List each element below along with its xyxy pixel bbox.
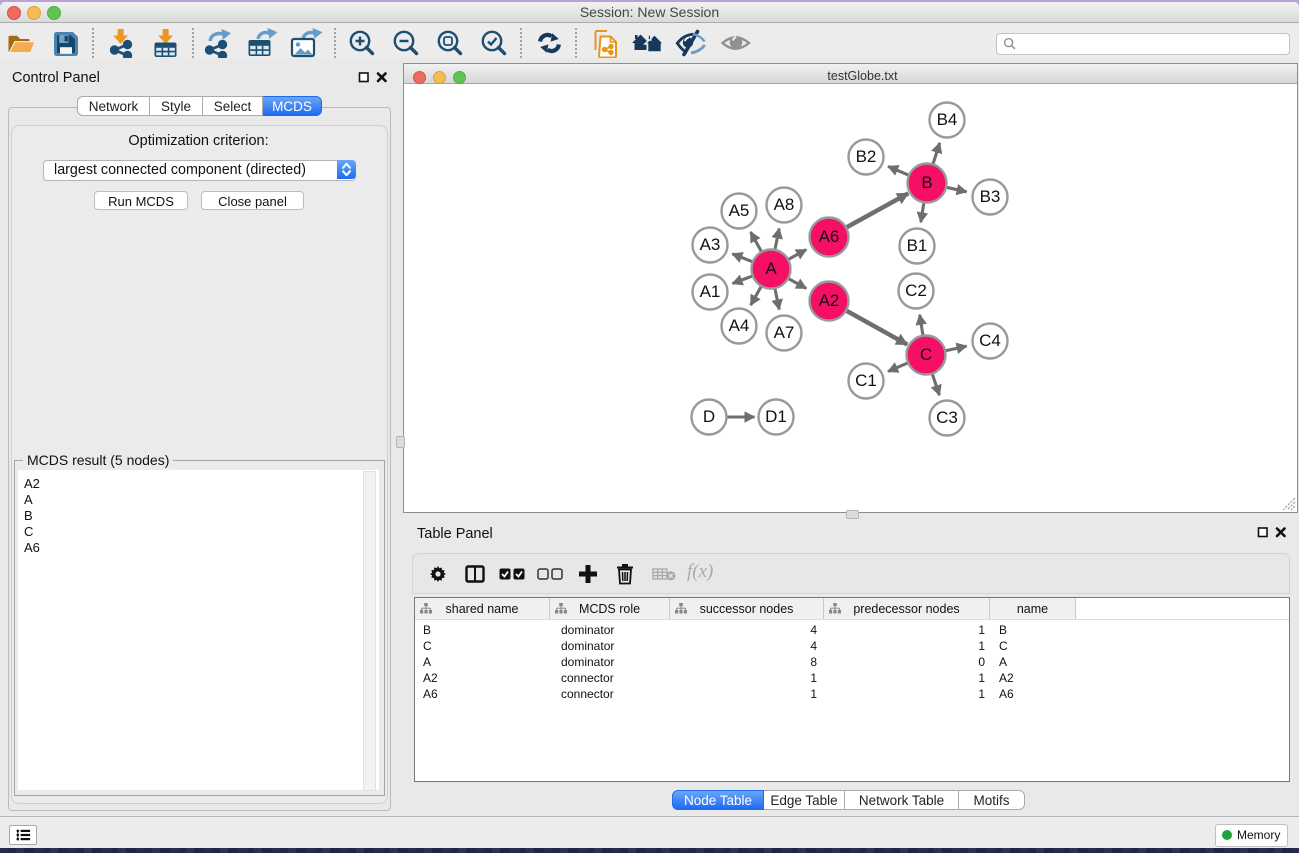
svg-text:A8: A8 (774, 195, 795, 214)
svg-text:B3: B3 (980, 187, 1001, 206)
svg-text:A7: A7 (774, 323, 795, 342)
svg-text:B: B (921, 173, 932, 192)
svg-text:A4: A4 (729, 316, 750, 335)
svg-text:B1: B1 (907, 236, 928, 255)
svg-text:A: A (765, 259, 777, 278)
svg-text:C4: C4 (979, 331, 1001, 350)
svg-text:D1: D1 (765, 407, 787, 426)
svg-text:B4: B4 (937, 110, 958, 129)
svg-text:C2: C2 (905, 281, 927, 300)
svg-text:A6: A6 (819, 227, 840, 246)
svg-text:A3: A3 (700, 235, 721, 254)
svg-text:A5: A5 (729, 201, 750, 220)
svg-text:A1: A1 (700, 282, 721, 301)
svg-text:C3: C3 (936, 408, 958, 427)
svg-text:C1: C1 (855, 371, 877, 390)
svg-text:A2: A2 (819, 291, 840, 310)
svg-text:C: C (920, 345, 932, 364)
svg-text:B2: B2 (856, 147, 877, 166)
svg-text:D: D (703, 407, 715, 426)
